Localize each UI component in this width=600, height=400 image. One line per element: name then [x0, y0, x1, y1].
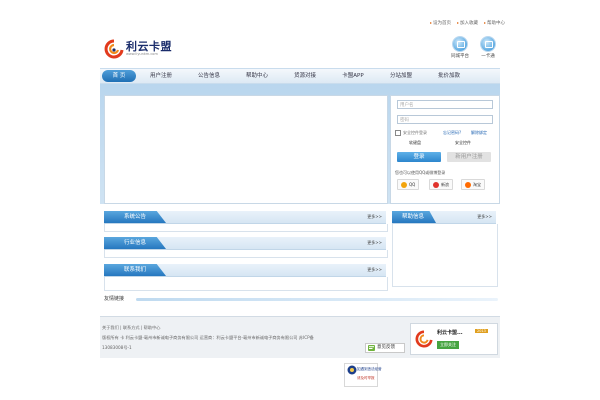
taobao-icon: [465, 181, 471, 188]
contact-header: 联系我们 更多>>: [104, 264, 386, 277]
nav-notices[interactable]: 公告信息: [188, 69, 230, 83]
unlock-link[interactable]: 解除绑定: [471, 130, 487, 136]
notice-header: 系统公告 更多>>: [104, 211, 386, 224]
register-button[interactable]: 新用户注册: [447, 152, 491, 162]
nav-register[interactable]: 用户注册: [140, 69, 182, 83]
nav-help[interactable]: 帮助中心: [236, 69, 278, 83]
notice-title: 系统公告: [104, 211, 167, 223]
nav-app[interactable]: 卡盟APP: [332, 69, 374, 83]
one-card-label: 一卡通: [481, 54, 495, 59]
set-homepage-link[interactable]: 设为首页: [430, 20, 451, 28]
feedback-icon: [368, 345, 375, 351]
weibo-icon: [433, 181, 439, 188]
password-input[interactable]: 密码: [397, 115, 493, 124]
report-badge[interactable]: 如遇到违法经营 请及时举报: [344, 363, 382, 387]
card-name: 利云卡盟...: [437, 330, 463, 336]
card-icon: [481, 37, 495, 51]
contact-title: 联系我们: [104, 264, 167, 276]
feedback-button[interactable]: 意见反馈: [365, 343, 405, 353]
third-party-note: 您也可以使用QQ或微博登录: [395, 170, 446, 175]
footer-links[interactable]: 关于我们 | 联系方式 | 帮助中心: [102, 325, 160, 331]
login-panel: 用户名 密码 安全控件登录 忘记密码? 解除绑定 软键盘 安全控件 登录 新用户…: [390, 95, 500, 204]
qq-login-label: QQ: [409, 182, 416, 187]
username-input[interactable]: 用户名: [397, 100, 493, 109]
notice-body: [104, 224, 388, 232]
qq-login-button[interactable]: QQ: [397, 179, 420, 190]
weibo-login-label: 新浪: [441, 181, 449, 187]
logo-name: 利云卡盟: [126, 40, 172, 53]
nav-franchise[interactable]: 分站加盟: [380, 69, 422, 83]
friendly-links-label: 友情链接: [104, 296, 125, 302]
monitor-icon: [453, 37, 467, 51]
badge-line-2: 请及时举报: [357, 376, 375, 380]
follow-card: 利云卡盟... 2013 立即关注: [410, 323, 498, 355]
friendly-links-bar: [136, 298, 498, 301]
login-button[interactable]: 登录: [397, 152, 441, 162]
help-more-link[interactable]: 更多>>: [477, 211, 492, 223]
notice-more-link[interactable]: 更多>>: [367, 211, 382, 223]
industry-header: 行业信息 更多>>: [104, 237, 386, 250]
industry-title: 行业信息: [104, 237, 167, 249]
security-control-link[interactable]: 安全控件: [455, 140, 471, 146]
forgot-password-link[interactable]: 忘记密码?: [443, 130, 461, 136]
site-logo[interactable]: 利云卡盟 www.liyunkm.com: [104, 37, 172, 61]
taobao-login-label: 淘宝: [473, 181, 481, 187]
one-card-button[interactable]: 一卡通: [478, 37, 498, 59]
add-favorite-link[interactable]: 加入收藏: [457, 20, 478, 28]
logo-mark-icon: [104, 39, 124, 59]
card-badge: 2013: [475, 329, 488, 333]
footer-copyright: 版权所有 卡 利云卡盟-亳州市新诚电子商务有限公司 运营商：利云卡盟平台-亳州市…: [102, 335, 314, 340]
police-icon: [347, 365, 357, 375]
contact-more-link[interactable]: 更多>>: [367, 264, 382, 276]
card-logo-icon: [415, 330, 433, 348]
weibo-login-button[interactable]: 新浪: [429, 179, 453, 190]
friendly-links: 友情链接: [100, 294, 500, 305]
banner-area[interactable]: [104, 95, 388, 204]
top-links: 设为首页 加入收藏 帮助中心: [395, 20, 505, 28]
industry-body: [104, 250, 388, 258]
help-title: 帮助信息: [392, 211, 437, 223]
badge-line-1: 如遇到违法经营: [357, 367, 382, 371]
footer: 关于我们 | 联系方式 | 帮助中心 版权所有 卡 利云卡盟-亳州市新诚电子商务…: [100, 316, 500, 358]
nav-supply[interactable]: 货源对接: [284, 69, 326, 83]
remember-checkbox[interactable]: 安全控件登录: [395, 130, 427, 136]
qq-icon: [401, 181, 407, 188]
industry-more-link[interactable]: 更多>>: [367, 237, 382, 249]
checkbox-icon: [395, 130, 401, 136]
remember-label: 安全控件登录: [403, 130, 427, 135]
feedback-label: 意见反馈: [377, 345, 395, 350]
contact-body: [104, 277, 388, 291]
soft-keyboard-link[interactable]: 软键盘: [409, 140, 421, 146]
nav-home[interactable]: 首 页: [102, 70, 136, 82]
city-platform-button[interactable]: 同城平台: [450, 37, 470, 59]
follow-button[interactable]: 立即关注: [437, 341, 459, 349]
footer-icp: 13083008号-1: [102, 345, 132, 350]
taobao-login-button[interactable]: 淘宝: [461, 179, 485, 190]
help-header: 帮助信息 更多>>: [392, 211, 496, 224]
city-platform-label: 同城平台: [451, 54, 469, 59]
main-nav: 首 页 用户注册 公告信息 帮助中心 货源对接 卡盟APP 分站加盟 批价加款: [100, 68, 500, 84]
help-body: [392, 224, 498, 287]
help-center-link[interactable]: 帮助中心: [484, 20, 505, 28]
nav-recharge[interactable]: 批价加款: [428, 69, 470, 83]
